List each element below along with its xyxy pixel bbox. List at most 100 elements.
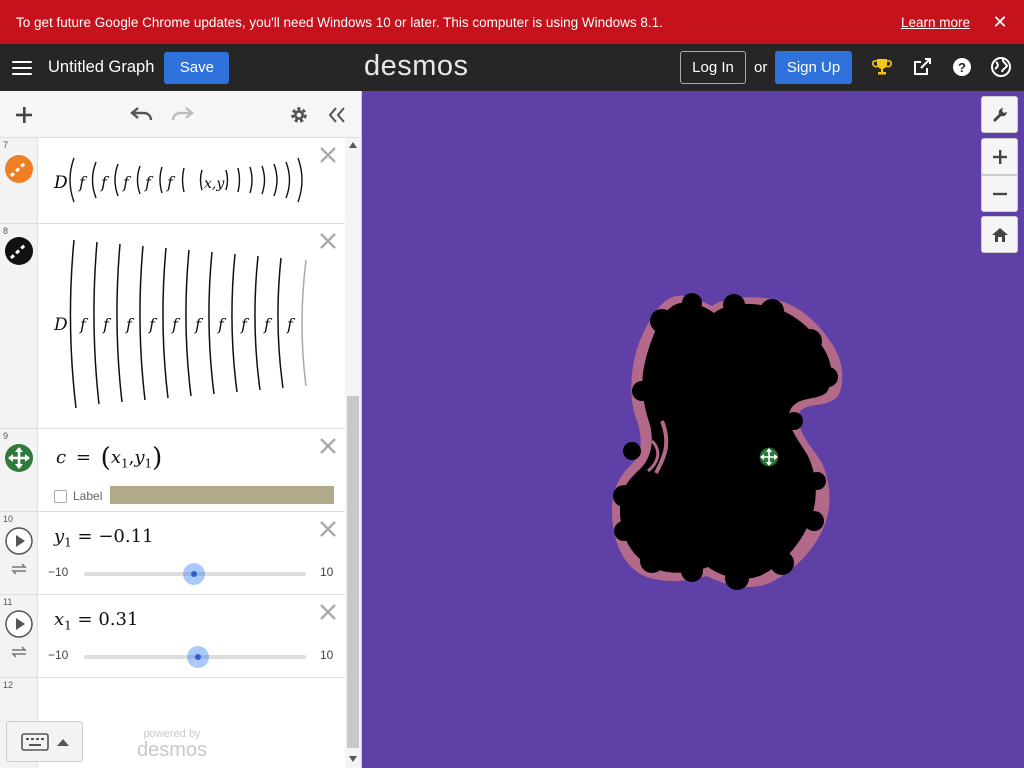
trophy-icon[interactable] — [871, 56, 893, 78]
expression-11[interactable]: 11 x1 = 0.31 −10 10 — [0, 595, 345, 678]
loop-icon[interactable] — [10, 562, 28, 576]
expression-10-math: y1 = −0.11 — [54, 526, 154, 550]
svg-text:f: f — [148, 315, 158, 334]
wrench-icon — [992, 107, 1007, 122]
home-icon — [991, 227, 1008, 242]
delete-expression-icon[interactable] — [319, 520, 337, 538]
loop-icon[interactable] — [10, 645, 28, 659]
banner-close-icon[interactable]: ✕ — [992, 12, 1008, 33]
fractal-plot — [612, 293, 843, 590]
expression-number: 7 — [3, 140, 9, 150]
expression-number: 10 — [3, 514, 14, 524]
expression-number: 9 — [3, 431, 9, 441]
signup-button[interactable]: Sign Up — [775, 51, 852, 84]
expression-color-icon[interactable] — [4, 154, 34, 184]
expression-toolbar — [0, 91, 361, 138]
svg-text:f: f — [102, 315, 112, 334]
drag-point-icon[interactable] — [4, 443, 34, 473]
help-icon[interactable]: ? — [951, 56, 973, 78]
expression-number: 8 — [3, 226, 9, 236]
slider-max: 10 — [320, 565, 334, 579]
svg-text:f: f — [144, 173, 154, 192]
banner-message: To get future Google Chrome updates, you… — [16, 14, 663, 30]
share-icon[interactable] — [911, 56, 933, 78]
svg-text:f: f — [171, 315, 181, 334]
svg-text:f: f — [78, 173, 88, 192]
zoom-out-button[interactable] — [981, 175, 1018, 212]
expression-7[interactable]: 7 D fff ff x,y — [0, 138, 345, 224]
expression-7-math: D fff ff x,y — [53, 157, 303, 203]
keyboard-toggle-button[interactable] — [6, 721, 83, 762]
slider-handle[interactable] — [187, 646, 210, 668]
expression-9-math: c = (x1,y1) — [56, 443, 163, 473]
scroll-down-icon[interactable] — [349, 756, 357, 762]
hamburger-icon[interactable] — [12, 60, 34, 76]
expression-10[interactable]: 10 y1 = −0.11 −10 10 — [0, 512, 345, 595]
svg-text:f: f — [79, 315, 89, 334]
svg-text:f: f — [125, 315, 135, 334]
powered-by-logo: powered by desmos — [136, 728, 208, 761]
or-text: or — [754, 59, 768, 76]
expression-list: 7 D fff ff x,y 8 D f f f f f f f f f f 9… — [0, 138, 345, 768]
svg-text:f: f — [122, 173, 132, 192]
expression-11-math: x1 = 0.31 — [54, 609, 139, 633]
delete-expression-icon[interactable] — [319, 146, 337, 164]
svg-text:f: f — [194, 315, 204, 334]
graph-settings-button[interactable] — [981, 96, 1018, 133]
save-button[interactable]: Save — [164, 51, 230, 84]
gear-icon[interactable] — [289, 105, 309, 125]
slider-y1[interactable]: −10 10 — [46, 563, 336, 585]
default-view-button[interactable] — [981, 216, 1018, 253]
zoom-in-button[interactable] — [981, 138, 1018, 175]
chevron-up-icon — [57, 739, 69, 746]
svg-text:D: D — [53, 315, 68, 335]
delete-expression-icon[interactable] — [319, 437, 337, 455]
svg-text:f: f — [240, 315, 250, 334]
svg-text:D: D — [53, 173, 68, 193]
svg-text:f: f — [263, 315, 273, 334]
zoom-in-icon — [992, 149, 1007, 164]
slider-min: −10 — [48, 565, 69, 579]
play-icon[interactable] — [4, 526, 34, 556]
expression-number: 12 — [3, 680, 14, 690]
expression-8-math: D fff fff fff f — [53, 239, 307, 409]
svg-text:f: f — [286, 315, 296, 334]
scroll-up-icon[interactable] — [349, 142, 357, 148]
svg-text:x,y: x,y — [204, 176, 225, 192]
play-icon[interactable] — [4, 609, 34, 639]
graph-canvas[interactable] — [362, 91, 1024, 768]
slider-min: −10 — [48, 648, 69, 662]
globe-icon[interactable] — [990, 56, 1012, 78]
slider-x1[interactable]: −10 10 — [46, 646, 336, 668]
label-checkbox[interactable] — [54, 490, 67, 503]
slider-track[interactable] — [84, 563, 306, 585]
svg-text:f: f — [217, 315, 227, 334]
desmos-logo: desmos — [364, 50, 469, 82]
fractal-shape — [612, 293, 843, 590]
slider-track[interactable] — [84, 646, 306, 668]
learn-more-link[interactable]: Learn more — [901, 15, 970, 30]
collapse-icon[interactable] — [327, 105, 347, 125]
redo-icon[interactable] — [170, 104, 194, 124]
expression-8[interactable]: 8 D fff fff fff f — [0, 224, 345, 429]
app-header: Untitled Graph Save desmos Log In or Sig… — [0, 44, 1024, 91]
expression-number: 11 — [3, 597, 13, 607]
svg-text:?: ? — [958, 60, 966, 75]
scroll-thumb[interactable] — [347, 396, 359, 748]
plus-icon[interactable] — [14, 105, 34, 125]
svg-text:f: f — [166, 173, 176, 192]
keyboard-icon — [21, 733, 49, 751]
zoom-out-icon — [992, 192, 1007, 195]
graph-title[interactable]: Untitled Graph — [48, 58, 154, 77]
undo-icon[interactable] — [130, 104, 154, 124]
slider-handle[interactable] — [182, 563, 205, 585]
login-button[interactable]: Log In — [680, 51, 746, 84]
delete-expression-icon[interactable] — [319, 603, 337, 621]
update-banner: To get future Google Chrome updates, you… — [0, 0, 1024, 44]
label-input[interactable] — [110, 486, 334, 504]
expression-panel: 7 D fff ff x,y 8 D f f f f f f f f f f 9… — [0, 91, 362, 768]
delete-expression-icon[interactable] — [319, 232, 337, 250]
expression-color-icon[interactable] — [4, 236, 34, 266]
expression-scrollbar[interactable] — [345, 138, 361, 768]
expression-9[interactable]: 9 c = (x1,y1) Label — [0, 429, 345, 512]
